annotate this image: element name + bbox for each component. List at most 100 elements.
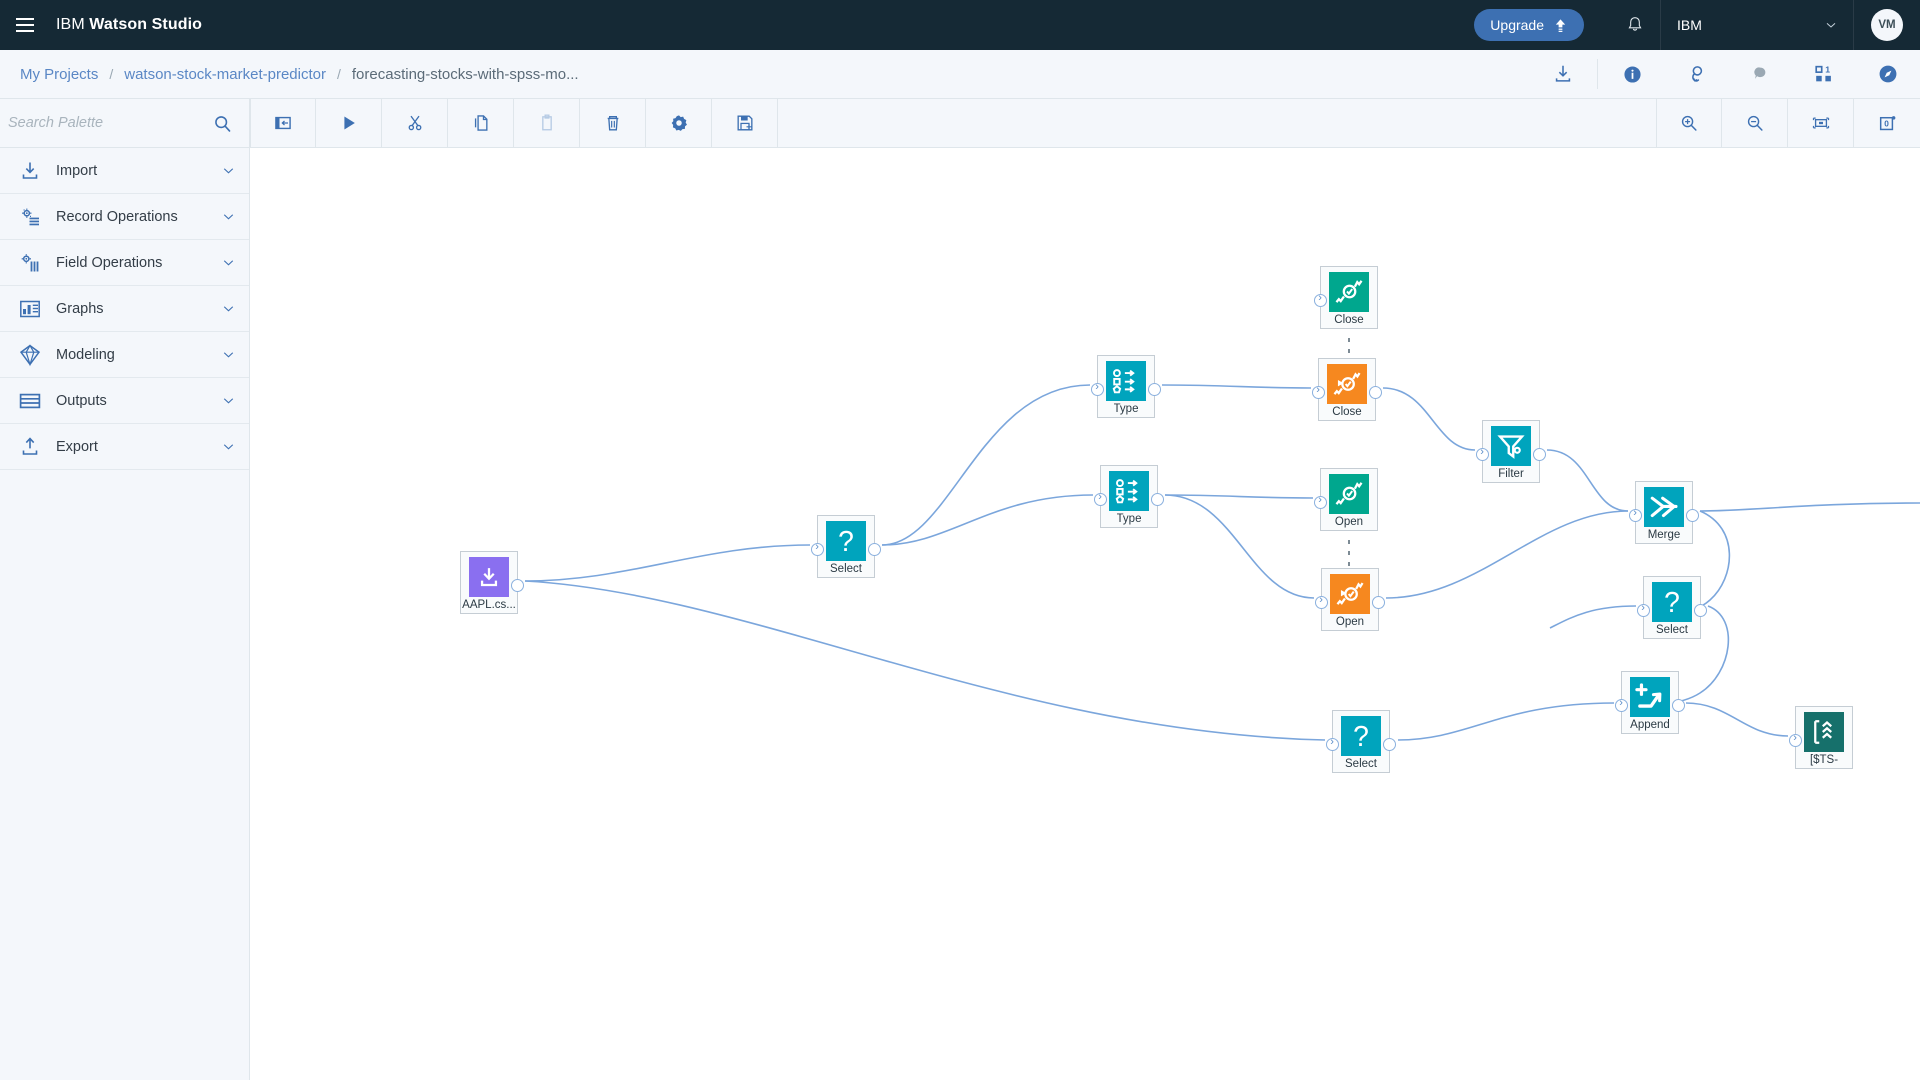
output-port[interactable] [1672, 699, 1685, 712]
flow-node-filter[interactable]: Filter [1482, 420, 1540, 483]
palette-item-import[interactable]: Import [0, 148, 249, 194]
chevron-down-icon[interactable] [207, 162, 249, 179]
output-port[interactable] [1694, 604, 1707, 617]
cut-button[interactable] [382, 99, 448, 147]
filter-node-icon [1491, 426, 1531, 466]
avatar-wrapper: VM [1854, 0, 1920, 50]
chevron-down-icon[interactable] [207, 208, 249, 225]
modeling-icon [14, 343, 46, 367]
flow-node-append[interactable]: Append [1621, 671, 1679, 734]
run-button[interactable] [316, 99, 382, 147]
flow-node-close-model[interactable]: Close [1318, 358, 1376, 421]
output-port[interactable] [511, 579, 524, 592]
delete-button[interactable] [580, 99, 646, 147]
link-type2-openG [1165, 495, 1313, 498]
breadcrumb: My Projects / watson-stock-market-predic… [0, 66, 579, 83]
upgrade-button[interactable]: Upgrade [1474, 9, 1584, 41]
link-sel2-in [1550, 606, 1636, 628]
flow-node-open-nugget[interactable]: Open [1320, 468, 1378, 531]
flow-node-close-nugget[interactable]: Close [1320, 266, 1378, 329]
output-port[interactable] [1151, 493, 1164, 506]
palette-item-field-operations[interactable]: Field Operations [0, 240, 249, 286]
link-src-sel3 [525, 581, 1325, 740]
account-selector[interactable]: IBM [1661, 0, 1853, 50]
flow-canvas[interactable]: AAPL.cs... ? Select Type [250, 148, 1920, 1080]
palette-item-outputs[interactable]: Outputs [0, 378, 249, 424]
play-icon [339, 113, 359, 133]
flow-node-source[interactable]: AAPL.cs... [460, 551, 518, 614]
input-port[interactable] [1314, 496, 1327, 509]
palette-item-label: Outputs [46, 393, 207, 409]
palette-item-record-operations[interactable]: Record Operations [0, 194, 249, 240]
info-icon [1622, 64, 1643, 85]
paste-button[interactable] [514, 99, 580, 147]
input-port[interactable] [1629, 509, 1642, 522]
download-button[interactable] [1531, 50, 1595, 98]
info-button[interactable] [1600, 50, 1664, 98]
input-port[interactable] [1476, 448, 1489, 461]
flow-node-type-2[interactable]: Type [1100, 465, 1158, 528]
paste-icon [537, 113, 557, 133]
flow-node-type-1[interactable]: Type [1097, 355, 1155, 418]
comments-button[interactable]: 0 [1854, 99, 1920, 147]
hamburger-icon[interactable] [0, 0, 50, 50]
palette-item-export[interactable]: Export [0, 424, 249, 470]
palette-item-graphs[interactable]: Graphs [0, 286, 249, 332]
chevron-down-icon[interactable] [207, 346, 249, 363]
merge-node-icon [1644, 487, 1684, 527]
toggle-palette-button[interactable] [250, 99, 316, 147]
input-port[interactable] [1312, 386, 1325, 399]
settings-button[interactable] [646, 99, 712, 147]
output-port[interactable] [1369, 386, 1382, 399]
output-port[interactable] [1372, 596, 1385, 609]
input-port[interactable] [1615, 699, 1628, 712]
input-port[interactable] [1326, 738, 1339, 751]
comments-bubble-button[interactable] [1728, 50, 1792, 98]
flow-node-merge[interactable]: Merge [1635, 481, 1693, 544]
notifications-button[interactable] [1610, 0, 1660, 50]
output-port[interactable] [868, 543, 881, 556]
input-port[interactable] [1637, 604, 1650, 617]
input-port[interactable] [1314, 294, 1327, 307]
outputs-icon [14, 389, 46, 413]
chevron-down-icon[interactable] [207, 438, 249, 455]
history-button[interactable] [1664, 50, 1728, 98]
save-as-icon [735, 113, 755, 133]
save-button[interactable] [712, 99, 778, 147]
search-input[interactable] [0, 115, 212, 131]
input-port[interactable] [811, 543, 824, 556]
flow-node-select-3[interactable]: ? Select [1332, 710, 1390, 773]
chevron-down-icon[interactable] [207, 392, 249, 409]
avatar[interactable]: VM [1871, 9, 1903, 41]
palette-item-modeling[interactable]: Modeling [0, 332, 249, 378]
link-openO-merge [1386, 511, 1628, 598]
palette-item-label: Field Operations [46, 255, 207, 271]
zoom-to-fit-button[interactable] [1788, 99, 1854, 147]
navigator-button[interactable] [1856, 50, 1920, 98]
output-port[interactable] [1533, 448, 1546, 461]
chevron-down-icon[interactable] [207, 254, 249, 271]
graphs-icon [14, 297, 46, 321]
output-port[interactable] [1148, 383, 1161, 396]
zoom-out-icon [1745, 113, 1765, 133]
output-port[interactable] [1686, 509, 1699, 522]
search-icon[interactable] [212, 113, 233, 134]
comments-count-icon: 0 [1877, 113, 1898, 134]
input-port[interactable] [1094, 493, 1107, 506]
breadcrumb-item-project[interactable]: watson-stock-market-predictor [124, 66, 326, 83]
copy-button[interactable] [448, 99, 514, 147]
input-port[interactable] [1091, 383, 1104, 396]
flow-node-table-output[interactable]: [$TS- [1795, 706, 1853, 769]
flow-node-open-model[interactable]: Open [1321, 568, 1379, 631]
timeseries-model-icon [1330, 574, 1370, 614]
notifications-grid-button[interactable]: 1 [1792, 50, 1856, 98]
zoom-out-button[interactable] [1722, 99, 1788, 147]
flow-node-select-1[interactable]: ? Select [817, 515, 875, 578]
input-port[interactable] [1315, 596, 1328, 609]
output-port[interactable] [1383, 738, 1396, 751]
zoom-in-button[interactable] [1656, 99, 1722, 147]
chevron-down-icon[interactable] [207, 300, 249, 317]
breadcrumb-item-projects[interactable]: My Projects [20, 66, 98, 83]
flow-node-select-2[interactable]: ? Select [1643, 576, 1701, 639]
input-port[interactable] [1789, 734, 1802, 747]
